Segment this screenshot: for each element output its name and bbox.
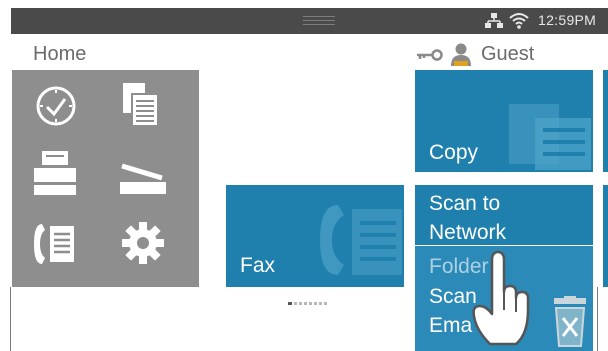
- clock-icon[interactable]: [34, 84, 78, 128]
- page-indicator: [288, 292, 329, 310]
- scan-to-network-label: Scan to Network: [429, 192, 507, 244]
- user-label: Guest: [481, 43, 535, 65]
- copy-docs-icon: [509, 104, 591, 170]
- frame-edge-left: [10, 287, 11, 351]
- app-panel: [12, 70, 199, 287]
- status-time: 12:59PM: [538, 12, 597, 28]
- next-tile-1[interactable]: [603, 70, 608, 172]
- fax-phone-icon: [320, 205, 402, 275]
- phone-book-icon[interactable]: [32, 220, 78, 268]
- fax-machine-icon[interactable]: [32, 148, 78, 196]
- status-bar: 12:59PM: [11, 8, 608, 34]
- next-tile-2[interactable]: [603, 185, 608, 287]
- wifi-icon: [509, 13, 529, 29]
- scanner-icon[interactable]: [118, 160, 168, 200]
- key-icon: [417, 49, 443, 61]
- frame-edge-right: [597, 287, 598, 351]
- trash-icon[interactable]: [550, 296, 590, 348]
- page-title: Home: [33, 43, 87, 65]
- copy-label: Copy: [429, 141, 479, 164]
- user-icon: [451, 43, 471, 66]
- copy-tile[interactable]: Copy: [415, 70, 593, 172]
- pull-down-handle[interactable]: [303, 16, 335, 25]
- network-icon: [485, 13, 503, 28]
- fax-label: Fax: [240, 254, 276, 277]
- tap-hand-icon: [472, 250, 530, 346]
- settings-gear-icon[interactable]: [120, 220, 166, 266]
- fax-tile[interactable]: Fax: [226, 185, 404, 287]
- copy-icon[interactable]: [120, 80, 160, 128]
- scan-to-network-tile[interactable]: Scan to Network: [415, 185, 593, 245]
